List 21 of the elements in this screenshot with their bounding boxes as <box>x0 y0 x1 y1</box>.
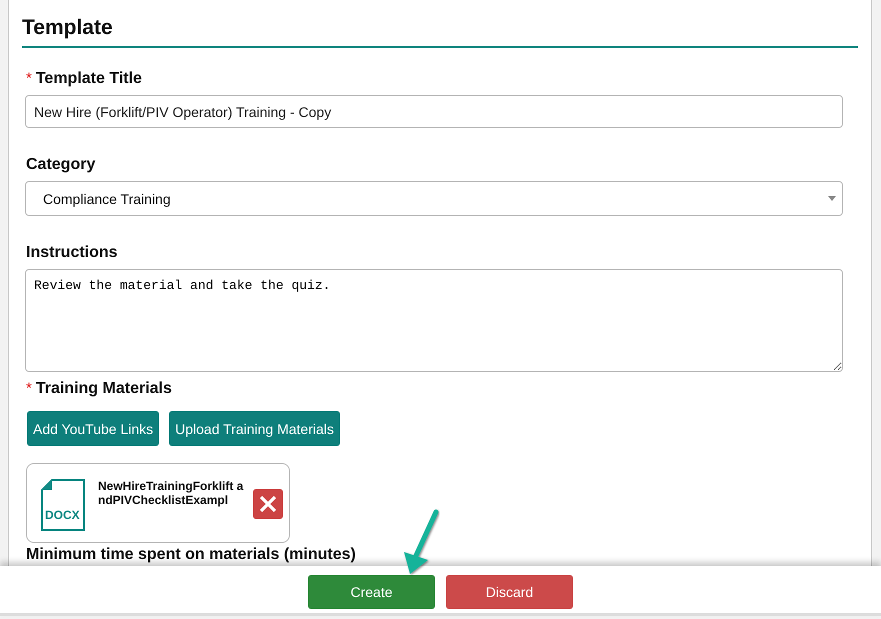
title-field[interactable]: New Hire (Forklift/PIV Operator) Training - Copy <box>25 95 843 128</box>
file-name: NewHireTrainingForklift andPIVChecklistExampl <box>98 479 244 507</box>
field-label: Training Materials <box>36 380 172 398</box>
category-dropdown[interactable]: Compliance Training <box>25 181 843 216</box>
remove-button[interactable] <box>253 489 283 519</box>
field-label: Category <box>26 156 96 174</box>
file-type-label: DOCX <box>45 508 80 522</box>
upload-button[interactable]: Upload Training Materials <box>169 411 340 446</box>
upload-button[interactable]: Add YouTube Links <box>27 411 160 446</box>
field-label: Template Title <box>36 70 142 88</box>
close-icon <box>259 495 277 513</box>
discard-button[interactable]: Discard <box>446 575 573 609</box>
required-mark: * <box>26 380 32 397</box>
document-icon <box>40 479 86 531</box>
instructions-field[interactable]: Review the material and take the quiz. <box>25 269 843 372</box>
caret-icon <box>828 196 836 201</box>
create-button[interactable]: Create <box>308 575 435 609</box>
field-label: Instructions <box>26 244 118 262</box>
section-title: Template <box>22 15 114 41</box>
field-label: Minimum time spent on materials (minutes) <box>25 546 357 564</box>
required-mark: * <box>26 70 32 87</box>
